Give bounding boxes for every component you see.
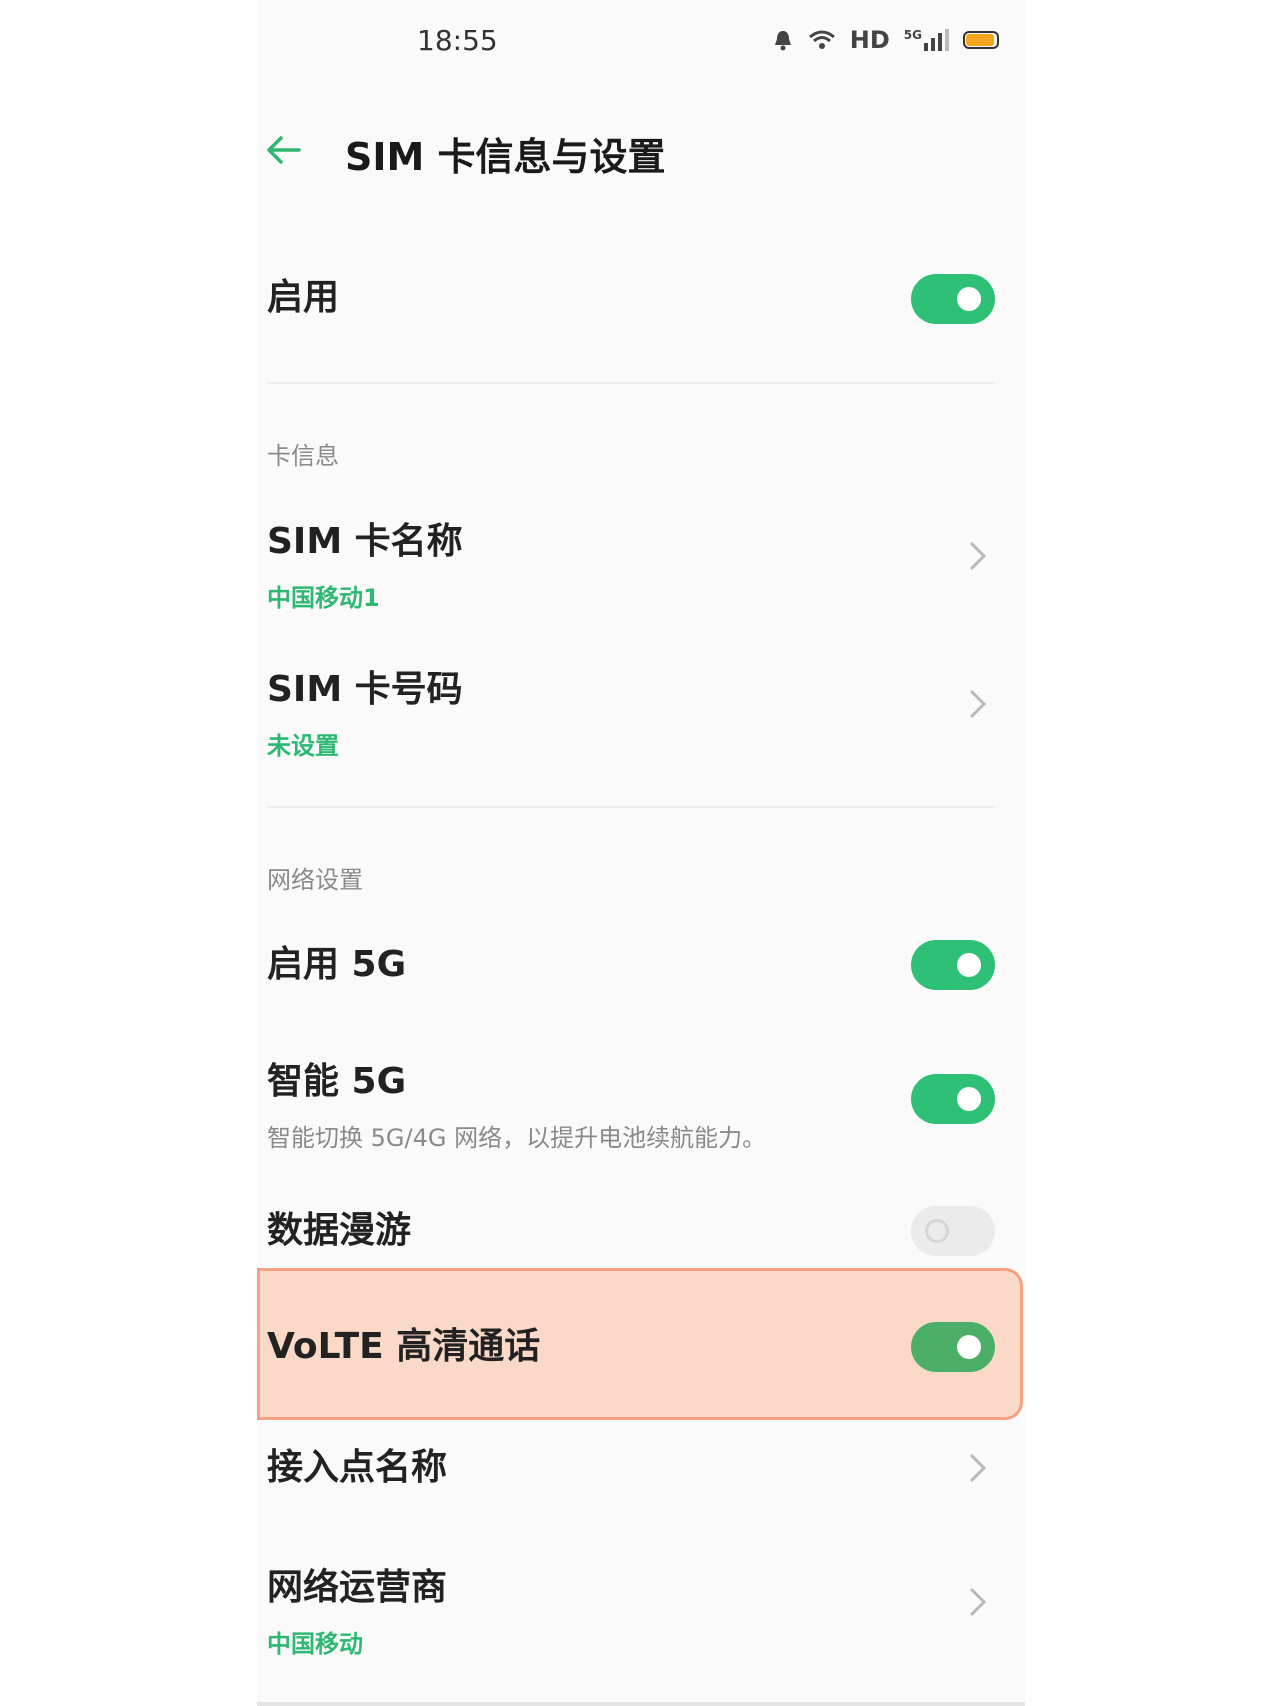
hd-label: HD — [849, 26, 890, 54]
signal-group: 5G — [904, 29, 949, 51]
network-operator-label: 网络运营商 — [267, 1567, 448, 1608]
smart-5g-row[interactable]: 智能 5G 智能切换 5G/4G 网络，以提升电池续航能力。 — [267, 1052, 995, 1152]
status-icons: HD 5G — [772, 26, 999, 54]
volte-toggle[interactable] — [911, 1322, 995, 1372]
smart-5g-description: 智能切换 5G/4G 网络，以提升电池续航能力。 — [267, 1124, 767, 1152]
divider — [267, 382, 995, 384]
battery-icon — [963, 31, 999, 49]
smart-5g-label: 智能 5G — [267, 1061, 407, 1102]
app-header: SIM 卡信息与设置 — [257, 118, 1025, 188]
sim-name-label: SIM 卡名称 — [267, 521, 463, 562]
enable-label: 启用 — [267, 277, 340, 318]
section-header-network: 网络设置 — [267, 866, 363, 894]
signal-icon — [924, 29, 949, 51]
volte-row[interactable]: VoLTE 高清通话 — [267, 1322, 995, 1378]
chevron-right-icon — [970, 542, 987, 570]
arrow-left-icon[interactable] — [261, 128, 305, 172]
sim-number-label: SIM 卡号码 — [267, 669, 463, 710]
sim-number-row[interactable]: SIM 卡号码 未设置 — [267, 660, 995, 760]
chevron-right-icon — [970, 1454, 987, 1482]
page: 18:55 HD 5G SIM 卡信息与设置 启用 卡信息 SIM 卡名称 中国… — [0, 0, 1280, 1706]
chevron-right-icon — [970, 1588, 987, 1616]
sim-name-value: 中国移动1 — [267, 584, 380, 612]
network-operator-row[interactable]: 网络运营商 中国移动 — [267, 1558, 995, 1658]
data-roaming-row[interactable]: 数据漫游 — [267, 1206, 995, 1262]
network-type-label: 5G — [903, 28, 922, 42]
network-operator-value: 中国移动 — [267, 1630, 363, 1658]
alarm-icon — [774, 31, 791, 51]
status-time: 18:55 — [417, 24, 498, 57]
divider — [267, 806, 995, 808]
apn-label: 接入点名称 — [267, 1447, 448, 1488]
page-title: SIM 卡信息与设置 — [345, 135, 666, 179]
data-roaming-label: 数据漫游 — [267, 1210, 412, 1251]
wifi-icon — [808, 30, 835, 49]
chevron-right-icon — [970, 690, 987, 718]
data-roaming-toggle[interactable] — [911, 1206, 995, 1256]
enable-5g-row[interactable]: 启用 5G — [267, 940, 995, 1000]
bottom-edge — [257, 1702, 1025, 1706]
sim-name-row[interactable]: SIM 卡名称 中国移动1 — [267, 512, 995, 612]
section-header-card-info: 卡信息 — [267, 442, 339, 470]
sim-number-value: 未设置 — [267, 732, 339, 760]
smart-5g-toggle[interactable] — [911, 1074, 995, 1124]
enable-5g-toggle[interactable] — [911, 940, 995, 990]
enable-toggle[interactable] — [911, 274, 995, 324]
battery-level — [966, 34, 994, 46]
enable-row[interactable]: 启用 — [267, 270, 995, 330]
enable-5g-label: 启用 5G — [267, 944, 407, 985]
volte-label: VoLTE 高清通话 — [267, 1326, 541, 1367]
apn-row[interactable]: 接入点名称 — [267, 1440, 995, 1500]
phone-screen: 18:55 HD 5G SIM 卡信息与设置 启用 卡信息 SIM 卡名称 中国… — [257, 0, 1025, 1706]
